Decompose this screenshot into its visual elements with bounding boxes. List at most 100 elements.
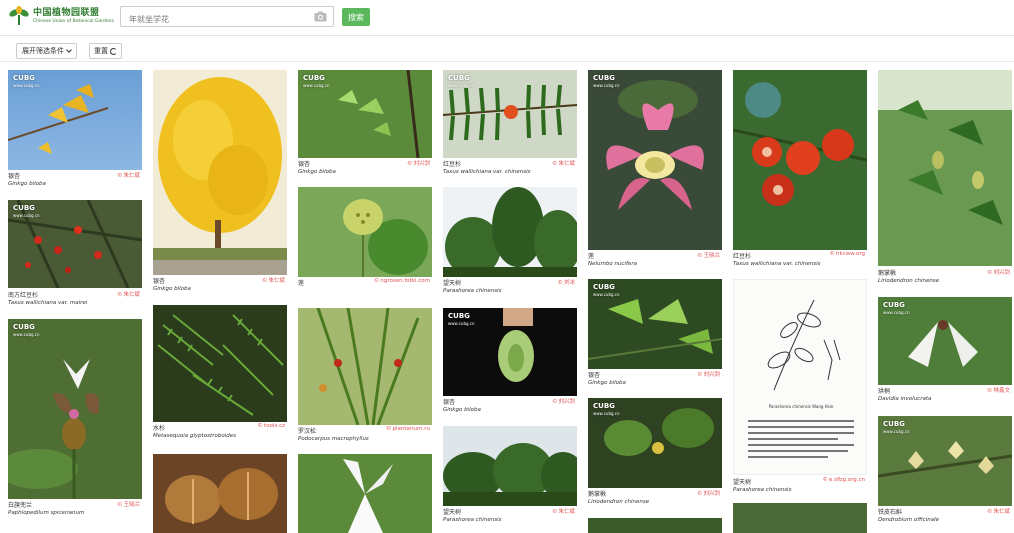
plant-photo[interactable] <box>588 518 722 533</box>
plant-photo[interactable] <box>298 454 432 533</box>
card-author: 刘兴剑 <box>697 489 720 497</box>
plant-card[interactable]: CUBGwww.cubg.cn 鹅掌楸 刘兴剑 Liriodendron chi… <box>588 398 722 508</box>
card-latin-name: Parashorea chinensis <box>733 487 792 493</box>
plant-card[interactable]: 水杉 tools.cz Metasequoia glyptostroboides <box>153 305 287 442</box>
plant-photo[interactable]: CUBG www.cubg.cn <box>8 319 142 499</box>
card-author: plantarium.ru <box>386 426 430 432</box>
card-author: e.sfbg.org.cn <box>823 477 865 483</box>
watermark-brand: CUBG <box>13 74 35 82</box>
card-chinese-name: 银杏 <box>588 372 601 379</box>
plant-card[interactable]: 罗汉松 plantarium.ru Podocarpus macrophyllu… <box>298 308 432 445</box>
reset-label: 重置 <box>94 47 108 55</box>
plant-photo[interactable] <box>298 308 432 425</box>
plant-card[interactable]: Parashorea chinensis Wang Hsie 望天树 e.sfb… <box>733 279 867 497</box>
plant-photo[interactable]: CUBG www.cubg.cn <box>878 416 1012 506</box>
watermark-site: www.cubg.cn <box>593 83 620 88</box>
plant-card[interactable] <box>733 503 867 533</box>
expand-filter-button[interactable]: 展开筛选条件 <box>16 43 77 59</box>
plant-card[interactable] <box>153 454 287 533</box>
plant-photo[interactable]: CUBG www.cubg.cn <box>588 279 722 369</box>
search-button[interactable]: 搜索 <box>342 8 370 26</box>
site-logo[interactable]: 中国植物园联盟 Chinese Union of Botanical Garde… <box>8 5 114 27</box>
plant-card[interactable]: CUBGwww.cubg.cn 莲 王晓兰 Nelumbo nucifera <box>588 70 722 270</box>
search-box <box>120 6 334 29</box>
plant-photo[interactable] <box>878 70 1012 266</box>
watermark-brand: CUBG <box>593 283 615 291</box>
card-latin-name: Davidia involucrata <box>878 396 932 402</box>
plant-photo[interactable] <box>153 305 287 422</box>
plant-card[interactable]: CUBGwww.cubg.cn 铁皮石斛 朱仁斌 Dendrobium offi… <box>878 416 1012 528</box>
plant-card[interactable]: CUBGwww.cubg.cn 银杏 刘兴剑 Ginkgo biloba <box>443 308 577 416</box>
plant-photo[interactable] <box>153 70 287 275</box>
plant-photo[interactable]: CUBG www.cubg.cn <box>298 70 432 158</box>
watermark-site: www.cubg.cn <box>448 321 475 326</box>
plant-photo[interactable]: CUBG www.cubg.cn <box>588 398 722 488</box>
card-chinese-name: 望天树 <box>733 479 752 486</box>
reset-button[interactable]: 重置 <box>89 43 122 59</box>
watermark: CUBG www.cubg.cn <box>13 323 40 339</box>
card-chinese-name: 银杏 <box>298 161 311 168</box>
card-chinese-name: 罗汉松 <box>298 428 317 435</box>
watermark: CUBG www.cubg.cn <box>13 204 40 220</box>
plant-photo[interactable] <box>733 70 867 250</box>
plant-card[interactable]: 莲 ngrosen.fotki.com <box>298 187 432 297</box>
plant-card[interactable]: CUBGwww.cubg.cn 银杏 朱仁斌 Ginkgo biloba <box>8 70 142 190</box>
plant-photo[interactable]: CUBG www.cubg.cn <box>443 70 577 158</box>
plant-card[interactable] <box>588 518 722 533</box>
plant-photo[interactable]: CUBG www.cubg.cn <box>878 297 1012 385</box>
card-author: hkcww.org <box>830 251 865 257</box>
plant-card[interactable]: CUBGwww.cubg.cn 珙桐 林鑫文 Davidia involucra… <box>878 297 1012 405</box>
card-chinese-name: 水杉 <box>153 425 166 432</box>
plant-photo[interactable] <box>733 503 867 533</box>
illustration-caption: Parashorea chinensis Wang Hsie <box>769 404 834 409</box>
card-latin-name: Paphiopedilum spicerianum <box>8 510 85 516</box>
card-author: 朱仁斌 <box>117 171 140 179</box>
plant-card[interactable]: 望天树 刘冰 Parashorea chinensis <box>443 187 577 297</box>
plant-card[interactable]: CUBGwww.cubg.cn 白旗兜兰 王晓兰 Paphiopedilum s… <box>8 319 142 519</box>
card-chinese-name: 红豆杉 <box>443 161 462 168</box>
plant-card[interactable]: CUBGwww.cubg.cn 银杏 刘兴剑 Ginkgo biloba <box>588 279 722 389</box>
plant-photo[interactable]: Parashorea chinensis Wang Hsie <box>733 279 867 475</box>
watermark: CUBG www.cubg.cn <box>593 402 620 418</box>
card-author: 刘兴剑 <box>407 159 430 167</box>
card-author: 林鑫文 <box>987 386 1010 394</box>
camera-icon[interactable] <box>314 11 327 22</box>
plant-photo[interactable]: CUBG www.cubg.cn <box>443 308 577 396</box>
search-input[interactable] <box>121 10 301 29</box>
watermark: CUBG www.cubg.cn <box>303 74 330 90</box>
plant-photo[interactable]: CUBG www.cubg.cn <box>588 70 722 250</box>
card-author: 刘兴剑 <box>697 370 720 378</box>
plant-card[interactable]: CUBGwww.cubg.cn 银杏 刘兴剑 Ginkgo biloba <box>298 70 432 176</box>
watermark-brand: CUBG <box>448 74 470 82</box>
plant-photo[interactable]: CUBG www.cubg.cn <box>8 70 142 170</box>
watermark-brand: CUBG <box>883 301 905 309</box>
watermark-site: www.cubg.cn <box>448 83 475 88</box>
plant-card[interactable]: 鹅掌楸 刘兴剑 Liriodendron chinense <box>878 70 1012 286</box>
card-chinese-name: 望天树 <box>443 509 462 516</box>
watermark-site: www.cubg.cn <box>593 292 620 297</box>
plant-card[interactable]: CUBGwww.cubg.cn 红豆杉 朱仁斌 Taxus wallichian… <box>443 70 577 178</box>
card-author: 朱仁斌 <box>117 290 140 298</box>
card-latin-name: Taxus wallichiana var. mairei <box>8 300 88 306</box>
card-latin-name: Podocarpus macrophyllus <box>298 436 369 442</box>
plant-card[interactable] <box>298 454 432 533</box>
watermark-brand: CUBG <box>303 74 325 82</box>
card-latin-name: Liriodendron chinense <box>878 278 940 284</box>
card-latin-name: Parashorea chinensis <box>443 288 502 294</box>
plant-photo[interactable] <box>443 426 577 506</box>
card-chinese-name: 望天树 <box>443 280 462 287</box>
plant-card[interactable]: 望天树 朱仁斌 Parashorea chinensis <box>443 426 577 526</box>
card-chinese-name: 莲 <box>298 280 305 287</box>
refresh-icon <box>110 47 117 55</box>
plant-photo[interactable] <box>443 187 577 277</box>
card-author: 刘兴剑 <box>552 397 575 405</box>
plant-photo[interactable] <box>153 454 287 533</box>
plant-photo[interactable]: CUBG www.cubg.cn <box>8 200 142 288</box>
plant-card[interactable]: 红豆杉 hkcww.org Taxus wallichiana var. chi… <box>733 70 867 270</box>
plant-photo[interactable] <box>298 187 432 277</box>
filter-toolbar: 展开筛选条件 重置 <box>0 37 1014 62</box>
plant-card[interactable]: CUBGwww.cubg.cn 南方红豆杉 朱仁斌 Taxus wallichi… <box>8 200 142 310</box>
plant-card[interactable]: 银杏 朱仁斌 Ginkgo biloba <box>153 70 287 296</box>
card-author: 朱仁斌 <box>262 276 285 284</box>
plant-image-grid: CUBGwww.cubg.cn 银杏 朱仁斌 Ginkgo biloba CUB… <box>0 63 1014 533</box>
